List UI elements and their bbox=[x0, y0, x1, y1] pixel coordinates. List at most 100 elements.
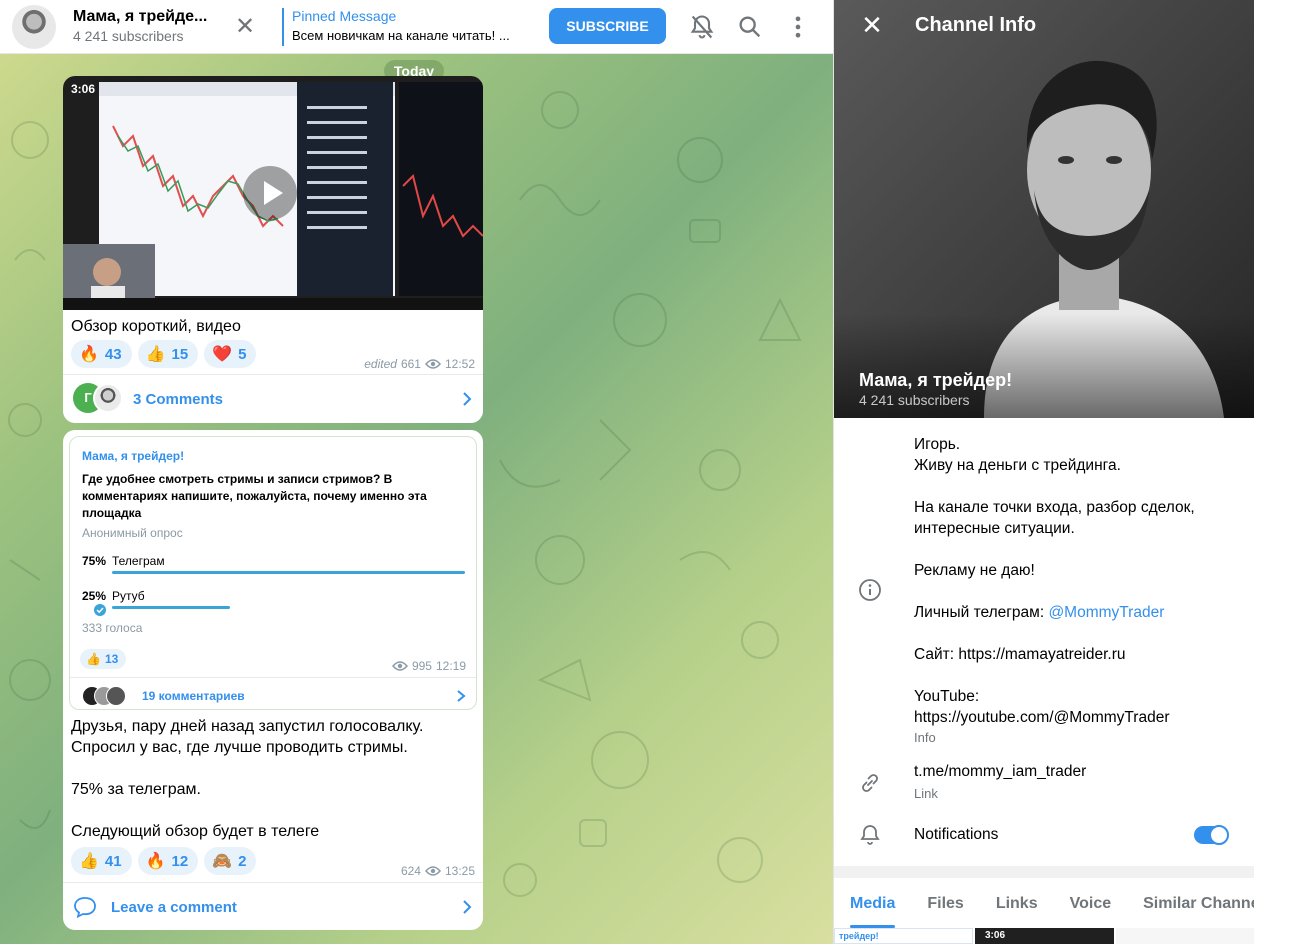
bell-icon bbox=[860, 825, 880, 845]
link-icon bbox=[862, 774, 878, 792]
poll-comments-bar[interactable]: 19 комментариев bbox=[70, 677, 476, 709]
poll-question: Где удобнее смотреть стримы и записи стр… bbox=[82, 472, 427, 520]
reaction-heart[interactable]: ❤️ 5 bbox=[204, 340, 257, 368]
tab-similar-channels[interactable]: Similar Channels bbox=[1143, 878, 1254, 928]
poll-option-label: Рутуб bbox=[112, 589, 145, 603]
close-icon[interactable]: ✕ bbox=[232, 14, 258, 40]
toggle-knob bbox=[1209, 825, 1229, 845]
search-icon[interactable] bbox=[736, 13, 764, 41]
reaction-count: 43 bbox=[104, 345, 122, 363]
reaction-count: 41 bbox=[104, 852, 122, 870]
about-blank bbox=[914, 623, 1234, 644]
media-thumbnail[interactable]: 3:06 bbox=[975, 928, 1114, 944]
media-tabs: Media Files Links Voice Similar Channels bbox=[834, 878, 1254, 928]
poll-author[interactable]: Мама, я трейдер! bbox=[82, 449, 184, 463]
chevron-right-icon[interactable] bbox=[461, 391, 473, 407]
message-meta: edited 661 12:52 bbox=[364, 357, 475, 371]
play-icon[interactable] bbox=[243, 166, 297, 220]
channel-avatar[interactable] bbox=[12, 5, 56, 49]
notifications-toggle[interactable] bbox=[1194, 825, 1229, 845]
poll-option-bar bbox=[112, 606, 230, 609]
leave-comment-bar[interactable]: Leave a comment bbox=[63, 882, 483, 930]
forwarded-poll[interactable]: Мама, я трейдер! Где удобнее смотреть ст… bbox=[69, 436, 477, 710]
media-thumbnail[interactable]: трейдер! bbox=[834, 928, 973, 944]
monkey-emoji-icon: 🙈 bbox=[212, 853, 233, 870]
chevron-right-icon[interactable] bbox=[456, 689, 466, 703]
tab-voice[interactable]: Voice bbox=[1070, 878, 1112, 928]
message-meta: 624 13:25 bbox=[401, 864, 475, 878]
eye-icon bbox=[424, 359, 441, 369]
message-time: 13:25 bbox=[444, 864, 475, 878]
edited-label: edited bbox=[364, 357, 397, 371]
poll-option-percent: 25% bbox=[82, 589, 107, 603]
reaction-fire[interactable]: 🔥 12 bbox=[137, 847, 199, 875]
reaction-thumbs-up[interactable]: 👍 15 bbox=[137, 340, 199, 368]
fire-emoji-icon: 🔥 bbox=[145, 853, 166, 870]
close-icon[interactable]: ✕ bbox=[860, 12, 884, 38]
tab-media[interactable]: Media bbox=[850, 878, 896, 928]
reaction-thumbs-up[interactable]: 👍 13 bbox=[80, 649, 127, 669]
telegram-username-link[interactable]: @MommyTrader bbox=[1048, 604, 1164, 621]
heart-emoji-icon: ❤️ bbox=[212, 346, 233, 363]
eye-icon bbox=[424, 866, 441, 876]
reaction-fire[interactable]: 🔥 43 bbox=[71, 340, 132, 368]
fire-emoji-icon: 🔥 bbox=[79, 346, 99, 363]
reaction-thumbs-up[interactable]: 👍 41 bbox=[71, 847, 132, 875]
poll-type: Анонимный опрос bbox=[82, 526, 183, 540]
reaction-count: 12 bbox=[171, 852, 189, 870]
poll-votes: 333 голоса bbox=[82, 621, 143, 635]
subscribe-button[interactable]: SUBSCRIBE bbox=[549, 8, 666, 44]
notifications-label: Notifications bbox=[914, 826, 999, 843]
pinned-message[interactable]: Pinned Message Всем новичкам на канале ч… bbox=[282, 8, 510, 46]
comments-bar[interactable]: Г 3 Comments bbox=[63, 374, 483, 423]
more-vertical-icon[interactable] bbox=[784, 13, 812, 41]
comment-bubble-icon bbox=[74, 897, 96, 918]
channel-name: Мама, я трейдер! bbox=[859, 370, 1013, 390]
commenter-avatar bbox=[106, 686, 126, 706]
commenter-avatar bbox=[93, 383, 123, 413]
info-icon bbox=[859, 579, 881, 601]
views-count: 661 bbox=[400, 357, 421, 371]
channel-info-panel: ✕ Channel Info Мама, я трейдер! 4 241 su… bbox=[833, 0, 1254, 944]
thumbs-up-emoji-icon: 👍 bbox=[145, 346, 166, 363]
poll-option-bar bbox=[112, 571, 465, 574]
about-line: https://youtube.com/@MommyTrader bbox=[914, 709, 1170, 726]
check-circle-icon bbox=[94, 604, 106, 616]
channel-description: Игорь. Живу на деньги с трейдинга. На ка… bbox=[914, 434, 1234, 728]
about-line: На канале точки входа, разбор сделок, bbox=[914, 499, 1195, 516]
section-divider bbox=[834, 866, 1254, 878]
reaction-see-no-evil[interactable]: 🙈 2 bbox=[204, 847, 257, 875]
media-thumbnail[interactable] bbox=[1116, 928, 1254, 944]
thumbs-up-emoji-icon: 👍 bbox=[79, 853, 99, 870]
poll-meta: 995 12:19 bbox=[391, 659, 466, 673]
about-line: Живу на деньги с трейдинга. bbox=[914, 457, 1121, 474]
about-line: Личный телеграм: @MommyTrader bbox=[914, 602, 1234, 623]
message-bubble[interactable]: Мама, я трейдер! Где удобнее смотреть ст… bbox=[63, 430, 483, 930]
tab-links[interactable]: Links bbox=[996, 878, 1038, 928]
panel-title: Channel Info bbox=[915, 14, 1037, 36]
comments-label[interactable]: 3 Comments bbox=[133, 391, 223, 408]
comments-label[interactable]: 19 комментариев bbox=[142, 689, 245, 703]
about-line: Рекламу не даю! bbox=[914, 562, 1035, 579]
leave-comment-label[interactable]: Leave a comment bbox=[111, 899, 237, 916]
mute-bell-icon[interactable] bbox=[688, 13, 716, 41]
reactions-row: 🔥 43 👍 15 ❤️ 5 bbox=[71, 340, 257, 368]
message-time: 12:19 bbox=[435, 659, 466, 673]
chevron-right-icon[interactable] bbox=[461, 899, 473, 915]
tab-files[interactable]: Files bbox=[927, 878, 963, 928]
message-bubble[interactable]: 3:06 Обзор короткий, видео 🔥 43 👍 15 ❤️ … bbox=[63, 76, 483, 423]
poll-option-label: Телеграм bbox=[112, 554, 165, 568]
about-line: YouTube: bbox=[914, 688, 980, 705]
link-caption: Link bbox=[914, 786, 938, 801]
thumbs-up-emoji-icon: 👍 bbox=[86, 652, 101, 666]
about-line: интересные ситуации. bbox=[914, 520, 1075, 537]
channel-title[interactable]: Мама, я трейде... bbox=[73, 8, 207, 26]
channel-link[interactable]: t.me/mommy_iam_trader bbox=[914, 763, 1086, 781]
channel-subscribers: 4 241 subscribers bbox=[859, 392, 970, 408]
views-count: 995 bbox=[411, 659, 432, 673]
reaction-count: 2 bbox=[238, 852, 247, 870]
about-blank bbox=[914, 476, 1234, 497]
video-preview[interactable]: 3:06 bbox=[63, 76, 483, 310]
about-blank bbox=[914, 539, 1234, 560]
channel-photo[interactable]: ✕ Channel Info Мама, я трейдер! 4 241 su… bbox=[834, 0, 1254, 418]
